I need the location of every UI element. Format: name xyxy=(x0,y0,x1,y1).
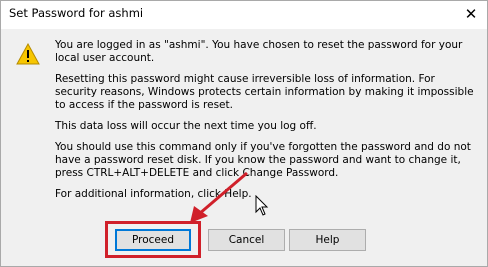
message-next-logoff: This data loss will occur the next time … xyxy=(55,120,317,132)
window-title: Set Password for ashmi xyxy=(9,6,144,20)
message-help-hint: For additional information, click Help. xyxy=(55,188,252,200)
proceed-button[interactable]: Proceed xyxy=(115,229,191,251)
message-usage-guidance: You should use this command only if you'… xyxy=(55,141,471,179)
warning-icon xyxy=(16,43,40,65)
cancel-button[interactable]: Cancel xyxy=(208,229,285,251)
title-bar: Set Password for ashmi ✕ xyxy=(1,1,487,29)
close-icon[interactable]: ✕ xyxy=(463,6,479,22)
set-password-dialog: Set Password for ashmi ✕ You are logged … xyxy=(0,0,488,267)
dialog-message: You are logged in as "ashmi". You have c… xyxy=(55,39,480,209)
message-data-loss-warning: Resetting this password might cause irre… xyxy=(55,73,474,111)
help-button[interactable]: Help xyxy=(289,229,366,251)
message-logged-in: You are logged in as "ashmi". You have c… xyxy=(55,39,463,64)
